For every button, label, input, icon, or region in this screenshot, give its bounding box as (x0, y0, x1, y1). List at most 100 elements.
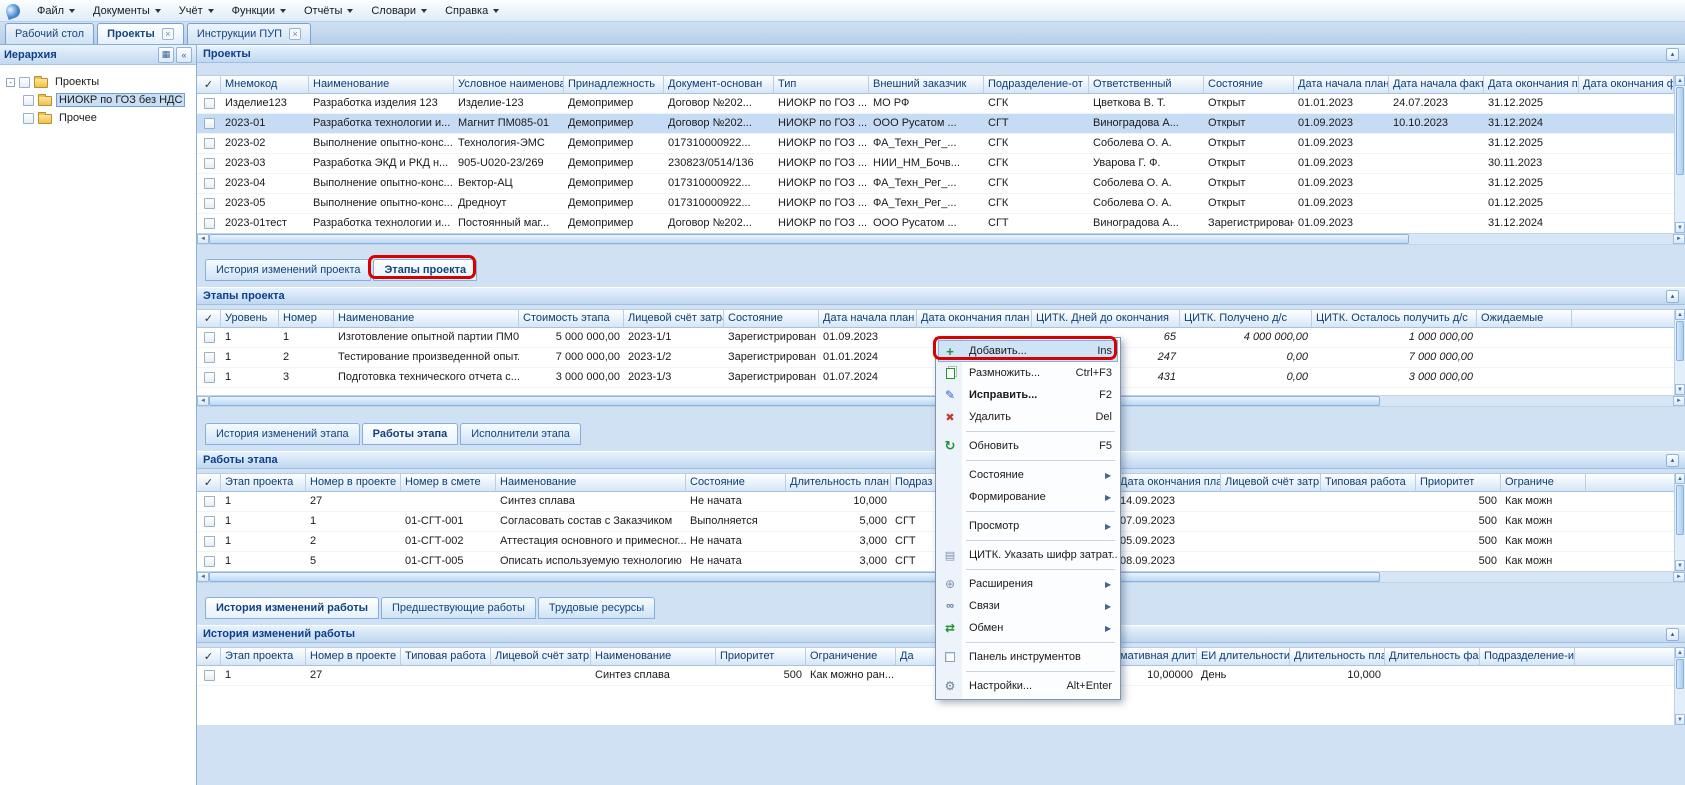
column-header[interactable]: Принадлежность (564, 76, 664, 94)
table-row[interactable]: 2023-05Выполнение опытно-конс...Дредноут… (197, 194, 1674, 214)
collapse-panel-icon[interactable]: ▴ (1666, 48, 1679, 61)
table-row[interactable]: 2023-02Выполнение опытно-конс...Технолог… (197, 134, 1674, 154)
menu-item[interactable]: ⚙Настройки...Alt+Enter (938, 675, 1118, 697)
select-all-header[interactable]: ✓ (197, 310, 221, 328)
subtab[interactable]: Этапы проекта (373, 259, 477, 281)
column-header[interactable]: Номер в проекте (306, 648, 401, 666)
menubar-item[interactable]: Документы (84, 2, 170, 20)
column-header[interactable]: Номер в проекте (306, 474, 401, 492)
column-header[interactable]: Этап проекта (221, 648, 306, 666)
column-header[interactable]: Дата начала план (819, 310, 917, 328)
scrollbar-track[interactable] (1675, 320, 1685, 384)
vertical-scrollbar[interactable]: ▲▼ (1674, 309, 1685, 395)
column-header[interactable]: Дата окончания пл (1484, 76, 1579, 94)
menu-item[interactable]: ▤ЦИТК. Указать шифр затрат... (938, 544, 1118, 566)
vertical-scrollbar[interactable]: ▲▼ (1674, 473, 1685, 571)
scrollbar-track[interactable] (1675, 484, 1685, 560)
column-header[interactable]: Ответственный (1089, 76, 1204, 94)
row-checkbox[interactable] (204, 198, 215, 209)
menubar-item[interactable]: Файл (28, 2, 84, 20)
row-checkbox[interactable] (204, 556, 215, 567)
row-checkbox[interactable] (204, 536, 215, 547)
row-select-cell[interactable] (197, 328, 221, 347)
menubar-item[interactable]: Словари (362, 2, 436, 20)
column-header[interactable]: Типовая работа (401, 648, 491, 666)
scroll-up-icon[interactable]: ▲ (1675, 309, 1685, 320)
menu-item[interactable]: Просмотр▶ (938, 515, 1118, 537)
column-header[interactable]: Наименование (309, 76, 454, 94)
collapse-panel-icon[interactable]: ▴ (1666, 290, 1679, 303)
column-header[interactable]: Ожидаемые (1477, 310, 1572, 328)
row-select-cell[interactable] (197, 114, 221, 133)
column-header[interactable]: Длительность план▼ (786, 474, 891, 492)
hierarchy-view-icon[interactable]: ▦ (158, 47, 174, 63)
menu-item[interactable]: ↻ОбновитьF5 (938, 435, 1118, 457)
scroll-up-icon[interactable]: ▲ (1675, 647, 1685, 658)
row-select-cell[interactable] (197, 492, 221, 511)
scroll-up-icon[interactable]: ▲ (1675, 75, 1685, 86)
window-tab[interactable]: Рабочий стол (5, 23, 94, 44)
horizontal-scrollbar[interactable]: ◄► (197, 233, 1685, 245)
column-header[interactable]: Уровень (221, 310, 279, 328)
scrollbar-thumb[interactable] (1676, 659, 1684, 689)
column-header[interactable]: Длительность фак (1385, 648, 1480, 666)
row-select-cell[interactable] (197, 94, 221, 113)
row-checkbox[interactable] (204, 496, 215, 507)
tree-node[interactable]: Прочее (3, 109, 193, 127)
scrollbar-track[interactable] (1675, 86, 1685, 222)
row-checkbox[interactable] (204, 118, 215, 129)
select-all-header[interactable]: ✓ (197, 474, 221, 492)
column-header[interactable]: Дата начала план (1294, 76, 1389, 94)
collapse-panel-icon[interactable]: ▴ (1666, 628, 1679, 641)
menu-item[interactable]: Размножить...Ctrl+F3 (938, 362, 1118, 384)
subtab[interactable]: История изменений проекта (205, 259, 371, 281)
column-header[interactable]: Типовая работа (1321, 474, 1416, 492)
window-tab[interactable]: Инструкции ПУП× (187, 23, 311, 44)
scrollbar-thumb[interactable] (209, 234, 1409, 244)
collapse-panel-icon[interactable]: ▴ (1666, 454, 1679, 467)
menubar-item[interactable]: Учёт (170, 2, 223, 20)
column-header[interactable]: Дата окончания ф (1579, 76, 1674, 94)
vertical-scrollbar[interactable]: ▲▼ (1674, 75, 1685, 233)
row-select-cell[interactable] (197, 368, 221, 387)
menu-item[interactable]: ✖УдалитьDel (938, 406, 1118, 428)
column-header[interactable]: мативная длит (1116, 648, 1197, 666)
subtab[interactable]: Исполнители этапа (460, 423, 581, 445)
scrollbar-track[interactable] (1675, 658, 1685, 714)
column-header[interactable]: Лицевой счёт затр (491, 648, 591, 666)
scroll-right-icon[interactable]: ► (1673, 234, 1685, 244)
column-header[interactable]: Дата окончания план (917, 310, 1032, 328)
row-select-cell[interactable] (197, 194, 221, 213)
table-row[interactable]: 2023-01тестРазработка технологии и...Пос… (197, 214, 1674, 233)
row-select-cell[interactable] (197, 134, 221, 153)
column-header[interactable]: Документ-основан (664, 76, 774, 94)
subtab[interactable]: Предшествующие работы (381, 597, 536, 619)
scrollbar-thumb[interactable] (1676, 485, 1684, 535)
column-header[interactable]: Состояние (1204, 76, 1294, 94)
tree-expander-icon[interactable]: - (6, 78, 15, 87)
row-checkbox[interactable] (204, 670, 215, 681)
scrollbar-track[interactable] (209, 234, 1673, 244)
column-header[interactable]: Приоритет (1416, 474, 1501, 492)
scroll-down-icon[interactable]: ▼ (1675, 560, 1685, 571)
row-checkbox[interactable] (204, 352, 215, 363)
scroll-down-icon[interactable]: ▼ (1675, 384, 1685, 395)
column-header[interactable]: ЦИТК. Дней до окончания (1032, 310, 1180, 328)
subtab[interactable]: История изменений этапа (205, 423, 360, 445)
scrollbar-thumb[interactable] (209, 396, 1380, 406)
row-select-cell[interactable] (197, 532, 221, 551)
row-checkbox[interactable] (204, 178, 215, 189)
menu-item[interactable]: ∞Связи▶ (938, 595, 1118, 617)
column-header[interactable]: Тип (774, 76, 869, 94)
column-header[interactable]: ЕИ длительности (1197, 648, 1290, 666)
scroll-right-icon[interactable]: ► (1673, 572, 1685, 582)
column-header[interactable]: Лицевой счёт затр (1221, 474, 1321, 492)
column-header[interactable]: Наименование (591, 648, 716, 666)
column-header[interactable]: Длительность пла (1290, 648, 1385, 666)
menu-item[interactable]: Формирование▶ (938, 486, 1118, 508)
scrollbar-thumb[interactable] (1676, 321, 1684, 361)
menu-item[interactable]: Панель инструментов (938, 646, 1118, 668)
column-header[interactable]: Подразделение-ис (1480, 648, 1575, 666)
tree-node[interactable]: -Проекты (3, 73, 193, 91)
column-header[interactable]: Номер (279, 310, 334, 328)
